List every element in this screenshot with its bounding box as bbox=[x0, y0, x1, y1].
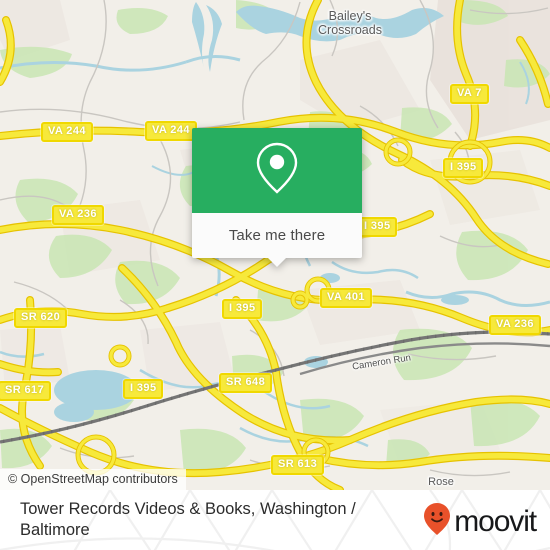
road-shield-va-401[interactable]: VA 401 bbox=[320, 288, 372, 308]
moovit-pin-smiley-icon bbox=[423, 502, 451, 541]
road-shield-sr-620[interactable]: SR 620 bbox=[14, 308, 68, 328]
road-shield-sr-613[interactable]: SR 613 bbox=[271, 455, 325, 475]
place-label-rose: Rose bbox=[428, 476, 454, 488]
road-shield-va-7[interactable]: VA 7 bbox=[450, 84, 489, 104]
moovit-wordmark: moovit bbox=[454, 504, 537, 538]
road-shield-va-244-west[interactable]: VA 244 bbox=[41, 122, 93, 142]
moovit-logo[interactable]: moovit bbox=[423, 502, 537, 541]
road-shield-i-395-south[interactable]: I 395 bbox=[123, 379, 164, 399]
road-shield-i-395-north[interactable]: I 395 bbox=[443, 158, 484, 178]
destination-popup-card[interactable]: Take me there bbox=[192, 128, 362, 267]
road-shield-i-395-mid[interactable]: I 395 bbox=[222, 299, 263, 319]
take-me-there-button[interactable]: Take me there bbox=[229, 227, 325, 244]
road-shield-sr-617[interactable]: SR 617 bbox=[0, 381, 52, 401]
moovit-map-screenshot: Bailey's Crossroads Rose Cameron Run VA … bbox=[0, 0, 550, 550]
popup-action-area[interactable]: Take me there bbox=[192, 213, 362, 267]
place-title: Tower Records Videos & Books, Washington… bbox=[20, 500, 356, 539]
road-shield-va-236-west[interactable]: VA 236 bbox=[52, 205, 104, 225]
road-shield-sr-648[interactable]: SR 648 bbox=[219, 373, 273, 393]
osm-attribution[interactable]: © OpenStreetMap contributors bbox=[0, 469, 186, 490]
map-pin-icon bbox=[254, 141, 300, 200]
popup-pointer-tail bbox=[267, 257, 287, 267]
footer-bar: Tower Records Videos & Books, Washington… bbox=[0, 490, 550, 550]
road-shield-i-395-center[interactable]: I 395 bbox=[357, 217, 398, 237]
road-shield-va-244-east[interactable]: VA 244 bbox=[145, 121, 197, 141]
place-label-baileys-crossroads: Bailey's Crossroads bbox=[318, 9, 382, 37]
road-shield-va-236-east[interactable]: VA 236 bbox=[489, 315, 541, 335]
popup-header bbox=[192, 128, 362, 213]
